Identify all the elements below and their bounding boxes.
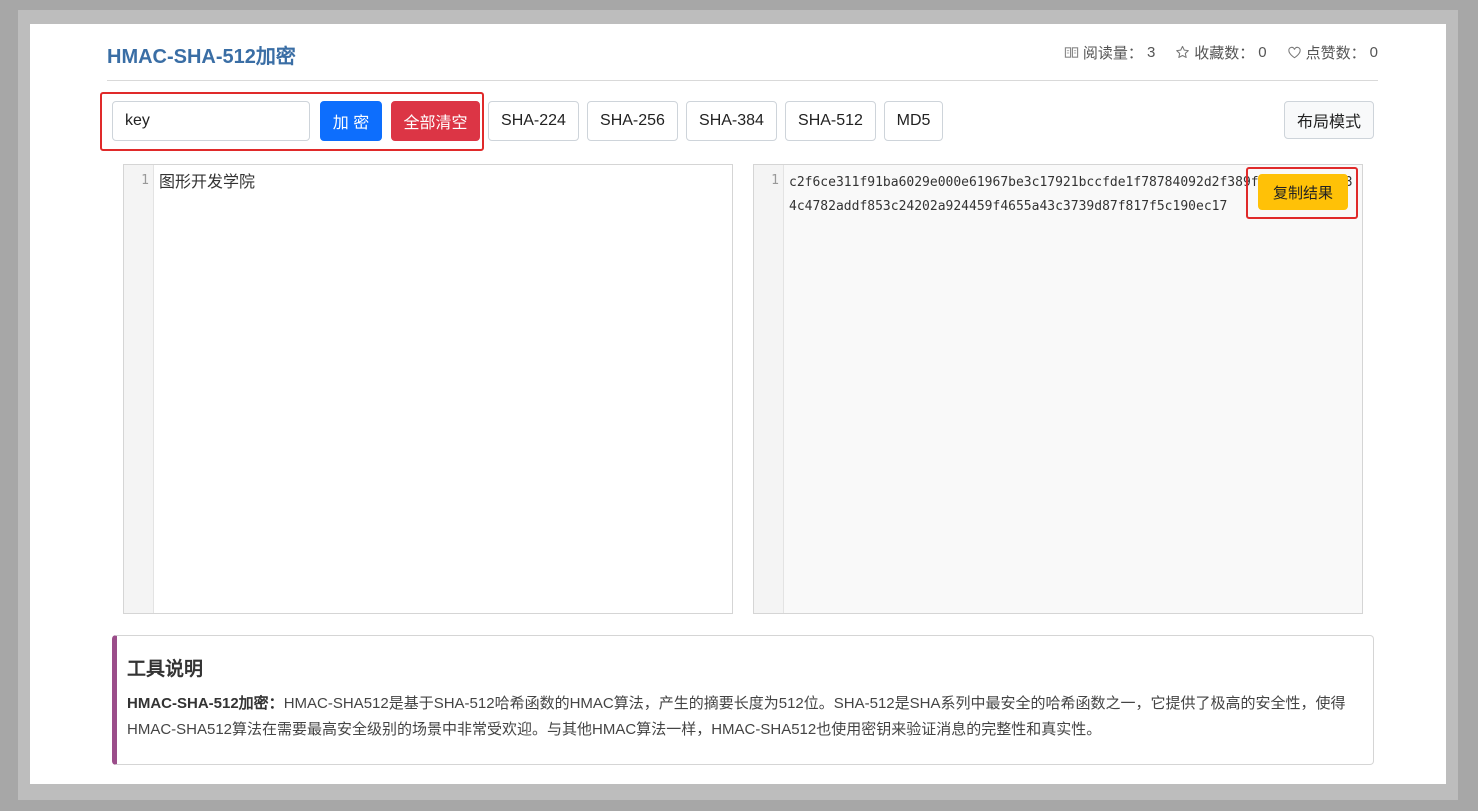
- favorite-label: 收藏数：: [1194, 45, 1255, 62]
- md5-button[interactable]: MD5: [884, 101, 943, 141]
- toolbar: 加 密 全部清空 SHA-224 SHA-256 SHA-384 SHA-512…: [100, 92, 1374, 151]
- input-text[interactable]: 图形开发学院: [159, 171, 726, 193]
- sha512-button[interactable]: SHA-512: [785, 101, 876, 141]
- read-label: 阅读量：: [1082, 45, 1143, 62]
- like-count-stat[interactable]: 点赞数： 0: [1287, 42, 1378, 63]
- input-editor[interactable]: 1 图形开发学院: [123, 164, 733, 614]
- page: HMAC-SHA-512加密 阅读量： 3 收藏数： 0 点赞数： 0 加 密 …: [30, 24, 1446, 784]
- output-editor[interactable]: 1 c2f6ce311f91ba6029e000e61967be3c17921b…: [753, 164, 1363, 614]
- book-icon: [1064, 47, 1079, 58]
- line-number: 1: [754, 165, 784, 613]
- read-count: 3: [1146, 44, 1156, 61]
- encrypt-button[interactable]: 加 密: [320, 101, 382, 141]
- like-count: 0: [1369, 44, 1378, 61]
- favorite-count: 0: [1258, 44, 1267, 61]
- description-body: HMAC-SHA512是基于SHA-512哈希函数的HMAC算法，产生的摘要长度…: [127, 695, 1346, 738]
- sha224-button[interactable]: SHA-224: [488, 101, 579, 141]
- page-header: HMAC-SHA-512加密 阅读量： 3 收藏数： 0 点赞数： 0: [107, 38, 1378, 81]
- copy-result-button[interactable]: 复制结果: [1258, 174, 1348, 210]
- key-input[interactable]: [112, 101, 310, 141]
- line-number: 1: [124, 165, 154, 613]
- sha256-button[interactable]: SHA-256: [587, 101, 678, 141]
- clear-all-button[interactable]: 全部清空: [391, 101, 480, 141]
- layout-mode-button[interactable]: 布局模式: [1284, 101, 1374, 139]
- sha384-button[interactable]: SHA-384: [686, 101, 777, 141]
- star-icon: [1176, 45, 1190, 58]
- description-title: 工具说明: [127, 659, 204, 680]
- description-lead: HMAC-SHA-512加密：: [127, 695, 284, 712]
- tool-description: 工具说明 HMAC-SHA-512加密：HMAC-SHA512是基于SHA-51…: [112, 635, 1374, 765]
- description-text: HMAC-SHA-512加密：HMAC-SHA512是基于SHA-512哈希函数…: [127, 691, 1363, 743]
- page-title: HMAC-SHA-512加密: [107, 46, 296, 68]
- heart-icon: [1287, 46, 1301, 59]
- read-count-stat: 阅读量： 3: [1064, 42, 1155, 63]
- favorite-count-stat[interactable]: 收藏数： 0: [1175, 42, 1267, 63]
- stats-bar: 阅读量： 3 收藏数： 0 点赞数： 0: [1064, 42, 1378, 63]
- like-label: 点赞数：: [1305, 45, 1366, 62]
